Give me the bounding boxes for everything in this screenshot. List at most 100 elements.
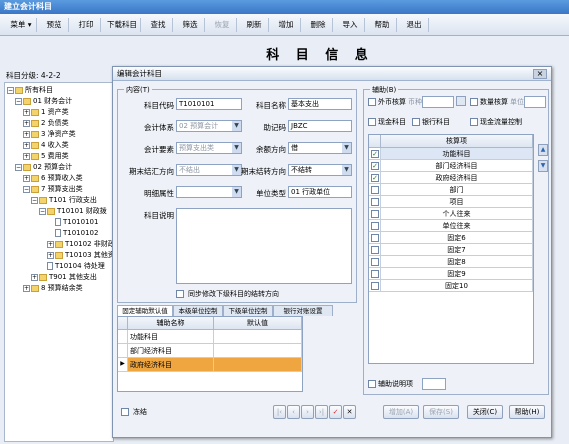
aux-item-label[interactable]: 部门 <box>381 184 533 196</box>
unchecked-checkbox-icon[interactable] <box>371 234 379 242</box>
move-up-button[interactable]: ▲ <box>538 144 548 156</box>
expand-icon[interactable]: + <box>23 284 30 292</box>
tree-node[interactable]: + T10102 非财政 <box>47 239 115 250</box>
collapse-icon[interactable]: − <box>39 207 46 215</box>
checked-checkbox-icon[interactable]: ✓ <box>371 174 379 182</box>
default-row-name[interactable]: 部门经济科目 <box>128 344 214 358</box>
aux-item-label[interactable]: 固定6 <box>381 232 533 244</box>
tree-node[interactable]: T10104 待处理 <box>47 261 105 272</box>
unchecked-checkbox-icon[interactable] <box>371 198 379 206</box>
toolbar-button[interactable]: 筛选 <box>176 18 204 32</box>
cashflow-checkbox[interactable] <box>470 118 478 126</box>
tree-node[interactable]: +2 负债类 <box>23 118 69 129</box>
help-button[interactable]: 帮助(H) <box>509 405 545 419</box>
tree-node[interactable]: T1010102 <box>55 228 98 239</box>
move-down-button[interactable]: ▼ <box>538 160 548 172</box>
cash-checkbox[interactable] <box>368 118 376 126</box>
tree-node[interactable]: +6 预算收入类 <box>23 173 83 184</box>
tree-node[interactable]: − 01 财务会计 <box>15 96 72 107</box>
foreign-checkbox[interactable] <box>368 98 376 106</box>
expand-icon[interactable]: + <box>47 251 54 259</box>
tree-node[interactable]: − 7 预算支出类 <box>23 184 83 195</box>
collapse-icon[interactable]: − <box>23 185 30 193</box>
unchecked-checkbox-icon[interactable] <box>371 258 379 266</box>
collapse-icon[interactable]: − <box>15 97 22 105</box>
collapse-icon[interactable]: − <box>31 196 38 204</box>
tree-node[interactable]: + T10103 其他资 <box>47 250 115 261</box>
tree-node[interactable]: + T901 其他支出 <box>31 272 97 283</box>
detail-select[interactable] <box>176 186 242 198</box>
bank-checkbox[interactable] <box>412 118 420 126</box>
unchecked-checkbox-icon[interactable] <box>371 270 379 278</box>
default-value-grid[interactable]: 辅助名称 默认值 功能科目 部门经济科目 ▶ 政府经济科目 <box>117 316 303 392</box>
aux-item-label[interactable]: 固定10 <box>381 280 533 292</box>
aux-item-label[interactable]: 部门经济科目 <box>381 160 533 172</box>
aux-items-grid[interactable]: 核算项 ✓ 功能科目 ✓ 部门经济科目 ✓ 政府经济科目 部门 项目 个人往来 单位往来 固定6 固定7… <box>368 134 534 364</box>
carry-year-select[interactable]: 不结转 <box>288 164 352 176</box>
currency-lookup-icon[interactable] <box>456 96 466 106</box>
code-field[interactable]: T1010101 <box>176 98 242 110</box>
aux-item-label[interactable]: 个人往来 <box>381 208 533 220</box>
last-record-icon[interactable]: ›| <box>315 405 328 419</box>
sync-checkbox[interactable] <box>176 290 184 298</box>
expand-icon[interactable]: + <box>23 108 30 116</box>
toolbar-button[interactable]: 打印 <box>72 18 100 32</box>
tree-node[interactable]: − T10101 财政拨 <box>39 206 107 217</box>
unchecked-checkbox-icon[interactable] <box>371 282 379 290</box>
cancel-icon[interactable]: ✕ <box>343 405 356 419</box>
tree-node[interactable]: +3 净资产类 <box>23 129 76 140</box>
aux-item-label[interactable]: 固定9 <box>381 268 533 280</box>
aux-item-label[interactable]: 固定8 <box>381 256 533 268</box>
toolbar-button[interactable]: 菜单 ▾ <box>6 18 36 32</box>
aux-item-label[interactable]: 固定7 <box>381 244 533 256</box>
tab-0[interactable]: 固定辅助默认值 <box>117 305 173 316</box>
unchecked-checkbox-icon[interactable] <box>371 222 379 230</box>
checked-checkbox-icon[interactable]: ✓ <box>371 150 379 158</box>
desc-textarea[interactable] <box>176 208 352 284</box>
unit-field[interactable] <box>524 96 546 108</box>
aux-desc-checkbox[interactable] <box>368 380 376 388</box>
unchecked-checkbox-icon[interactable] <box>371 210 379 218</box>
toolbar-button[interactable]: 增加 <box>272 18 300 32</box>
aux-item-label[interactable]: 单位往来 <box>381 220 533 232</box>
toolbar-button[interactable]: 恢复 <box>208 18 236 32</box>
balance-select[interactable]: 借 <box>288 142 352 154</box>
add-button[interactable]: 增加(A) <box>383 405 419 419</box>
unchecked-checkbox-icon[interactable] <box>371 246 379 254</box>
aux-item-label[interactable]: 政府经济科目 <box>381 172 533 184</box>
grid-header[interactable]: 默认值 <box>214 317 302 330</box>
toolbar-button[interactable]: 预览 <box>40 18 68 32</box>
confirm-icon[interactable]: ✓ <box>329 405 342 419</box>
tree-node[interactable]: +5 费用类 <box>23 151 69 162</box>
system-select[interactable]: 02 预算会计 <box>176 120 242 132</box>
tree-node[interactable]: T1010101 <box>55 217 98 228</box>
aux-grid-header[interactable]: 核算项 <box>381 135 533 148</box>
freeze-checkbox[interactable] <box>121 408 129 416</box>
default-row-value[interactable] <box>214 330 302 344</box>
element-select[interactable]: 预算支出类 <box>176 142 242 154</box>
collapse-icon[interactable]: − <box>7 86 14 94</box>
toolbar-button[interactable]: 退出 <box>400 18 428 32</box>
aux-item-label[interactable]: 功能科目 <box>381 148 533 160</box>
qty-checkbox[interactable] <box>470 98 478 106</box>
expand-icon[interactable]: + <box>47 240 54 248</box>
tab-2[interactable]: 下级单位控制 <box>223 305 273 316</box>
expand-icon[interactable]: + <box>23 152 30 160</box>
expand-icon[interactable]: + <box>23 130 30 138</box>
dialog-close-button[interactable]: × <box>533 69 547 79</box>
checked-checkbox-icon[interactable]: ✓ <box>371 162 379 170</box>
mnemonic-field[interactable]: JBZC <box>288 120 352 132</box>
expand-icon[interactable]: + <box>23 119 30 127</box>
toolbar-button[interactable]: 刷新 <box>240 18 268 32</box>
tree-node[interactable]: − 02 预算会计 <box>15 162 72 173</box>
expand-icon[interactable]: + <box>23 141 30 149</box>
currency-field[interactable] <box>422 96 454 108</box>
default-row-name[interactable]: 政府经济科目 <box>128 358 214 372</box>
toolbar-button[interactable]: 删除 <box>304 18 332 32</box>
default-row-name[interactable]: 功能科目 <box>128 330 214 344</box>
collapse-icon[interactable]: − <box>15 163 22 171</box>
first-record-icon[interactable]: |‹ <box>273 405 286 419</box>
tab-1[interactable]: 本级单位控制 <box>173 305 223 316</box>
unchecked-checkbox-icon[interactable] <box>371 186 379 194</box>
next-record-icon[interactable]: › <box>301 405 314 419</box>
